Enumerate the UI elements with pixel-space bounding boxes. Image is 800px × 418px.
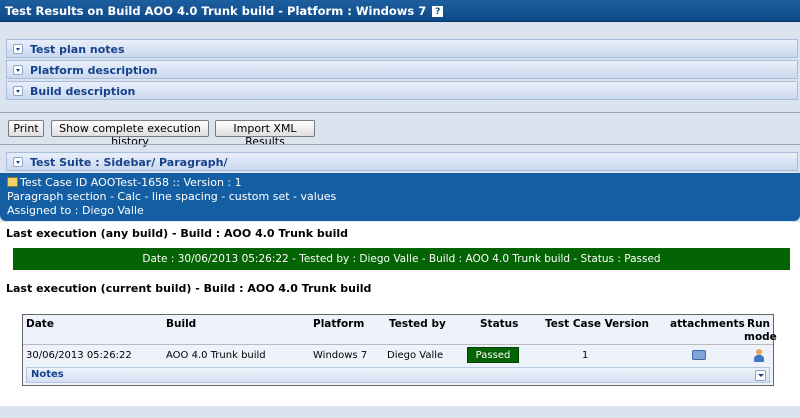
divider — [0, 112, 800, 113]
edit-test-case-icon[interactable] — [7, 177, 18, 187]
show-history-button[interactable]: Show complete execution history — [51, 120, 209, 148]
section-platform-description[interactable]: Platform description — [6, 60, 798, 79]
section-label: Platform description — [30, 64, 158, 77]
column-header-platform: Platform — [313, 318, 365, 330]
expand-notes-icon[interactable] — [755, 370, 766, 381]
window-title-bar: Test Results on Build AOO 4.0 Trunk buil… — [0, 0, 800, 22]
cell-tested-by: Diego Valle — [387, 350, 444, 361]
page-title: Test Results on Build AOO 4.0 Trunk buil… — [5, 4, 427, 18]
section-build-description[interactable]: Build description — [6, 81, 798, 100]
column-header-date: Date — [26, 318, 54, 330]
cell-build: AOO 4.0 Trunk build — [166, 350, 266, 361]
notes-label: Notes — [31, 369, 64, 380]
cell-platform: Windows 7 — [313, 350, 368, 361]
section-test-plan-notes[interactable]: Test plan notes — [6, 39, 798, 58]
user-icon — [754, 349, 764, 362]
cell-version: 1 — [582, 350, 589, 361]
last-execution-current-heading: Last execution (current build) - Build :… — [6, 282, 372, 295]
help-icon[interactable]: ? — [432, 6, 444, 17]
column-header-attachments: attachments — [670, 318, 745, 330]
status-badge: Passed — [467, 347, 519, 363]
import-xml-button[interactable]: Import XML Results — [215, 120, 315, 148]
last-execution-summary: Date : 30/06/2013 05:26:22 - Tested by :… — [13, 248, 790, 270]
column-header-mode: mode — [744, 331, 777, 343]
expand-toggle-icon[interactable] — [13, 65, 23, 75]
test-case-id: Test Case ID AOOTest-1658 :: Version : 1 — [20, 176, 242, 189]
divider — [0, 144, 800, 145]
expand-toggle-icon[interactable] — [13, 157, 23, 167]
execution-content: Last execution (any build) - Build : AOO… — [0, 222, 800, 406]
attachment-icon[interactable] — [692, 350, 706, 360]
section-label: Test plan notes — [30, 43, 125, 56]
last-execution-any-heading: Last execution (any build) - Build : AOO… — [6, 227, 349, 240]
test-case-name: Paragraph section - Calc - line spacing … — [7, 190, 337, 203]
column-header-version: Test Case Version — [545, 318, 650, 330]
user-body — [754, 355, 764, 362]
column-header-run: Run — [747, 318, 771, 330]
expand-toggle-icon[interactable] — [13, 44, 23, 54]
test-case-assigned: Assigned to : Diego Valle — [7, 204, 144, 217]
column-header-tested-by: Tested by — [389, 318, 446, 330]
column-header-build: Build — [166, 318, 197, 330]
cell-date: 30/06/2013 05:26:22 — [26, 350, 132, 361]
expand-toggle-icon[interactable] — [13, 86, 23, 96]
test-case-header: Test Case ID AOOTest-1658 :: Version : 1… — [0, 173, 800, 221]
section-label: Build description — [30, 85, 136, 98]
test-suite-label: Test Suite : Sidebar/ Paragraph/ — [30, 156, 228, 169]
column-header-status: Status — [480, 318, 519, 330]
test-suite-bar[interactable]: Test Suite : Sidebar/ Paragraph/ — [6, 152, 798, 171]
print-button[interactable]: Print — [8, 120, 44, 137]
notes-bar[interactable]: Notes — [26, 367, 770, 383]
execution-table: Date Build Platform Tested by Status Tes… — [22, 314, 777, 386]
divider — [23, 344, 773, 345]
